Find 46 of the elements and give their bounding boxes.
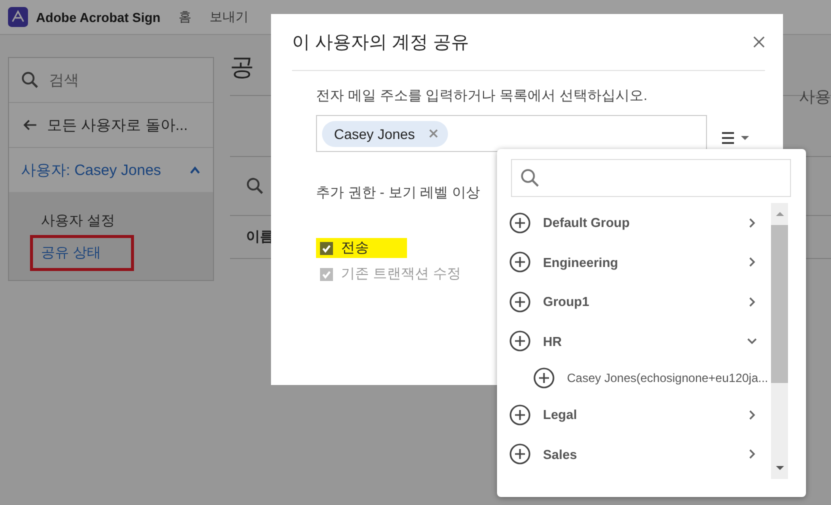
chevron-icon[interactable] <box>747 296 757 307</box>
user-section-label[interactable]: 사용자: Casey Jones <box>21 160 162 180</box>
chevron-icon[interactable] <box>747 257 757 268</box>
remove-icon[interactable] <box>428 129 438 138</box>
app-name: Adobe Acrobat Sign <box>36 10 160 24</box>
add-icon[interactable] <box>509 330 531 352</box>
chevron-icon[interactable] <box>189 166 201 174</box>
permission-option[interactable]: 전송 <box>316 238 407 258</box>
chevron-icon[interactable] <box>747 218 757 228</box>
add-icon[interactable] <box>509 404 531 426</box>
dialog-title: 이 사용자의 계정 공유 <box>292 31 470 54</box>
group-name[interactable]: Default Group <box>543 215 747 230</box>
instruction-text: 전자 메일 주소를 입력하거나 목록에서 선택하십시오. <box>316 87 648 105</box>
search-icon[interactable] <box>246 177 264 195</box>
member-name[interactable]: Casey Jones(echosignone+eu120ja... <box>567 371 768 385</box>
add-icon[interactable] <box>509 251 531 274</box>
chevron-icon[interactable] <box>747 336 757 346</box>
chip-label: Casey Jones <box>334 126 415 142</box>
page-heading: 공 <box>230 53 254 83</box>
back-link[interactable]: 모든 사용자로 돌아... <box>47 116 188 134</box>
column-header: 사용 <box>799 88 831 108</box>
chevron-icon[interactable] <box>747 410 757 420</box>
nav-link[interactable]: 홈 <box>178 8 192 26</box>
search-icon <box>21 71 39 89</box>
checkbox[interactable] <box>320 242 333 254</box>
add-icon[interactable] <box>509 290 531 313</box>
search-icon <box>520 168 540 188</box>
group-name[interactable]: Engineering <box>543 254 747 270</box>
permissions-title: 추가 권한 - 보기 레벨 이상 <box>316 184 482 202</box>
add-icon[interactable] <box>509 212 531 234</box>
add-icon[interactable] <box>533 367 555 389</box>
add-icon[interactable] <box>509 443 531 466</box>
acrobat-logo-icon <box>8 7 28 27</box>
sidebar-item[interactable]: 사용자 설정 <box>11 206 145 236</box>
search-field[interactable]: 검색 <box>47 70 191 90</box>
scroll-down-icon[interactable] <box>774 465 784 471</box>
group-name[interactable]: Group1 <box>543 294 747 310</box>
nav-link[interactable]: 보내기 <box>209 8 248 26</box>
list-menu-icon[interactable] <box>721 130 751 144</box>
group-name[interactable]: HR <box>543 334 747 349</box>
group-name[interactable]: Legal <box>543 407 747 422</box>
chevron-icon[interactable] <box>747 449 757 460</box>
scrollbar[interactable] <box>771 203 788 479</box>
search-field[interactable] <box>511 159 791 197</box>
close-icon[interactable] <box>753 36 765 48</box>
group-name[interactable]: Sales <box>543 446 747 462</box>
